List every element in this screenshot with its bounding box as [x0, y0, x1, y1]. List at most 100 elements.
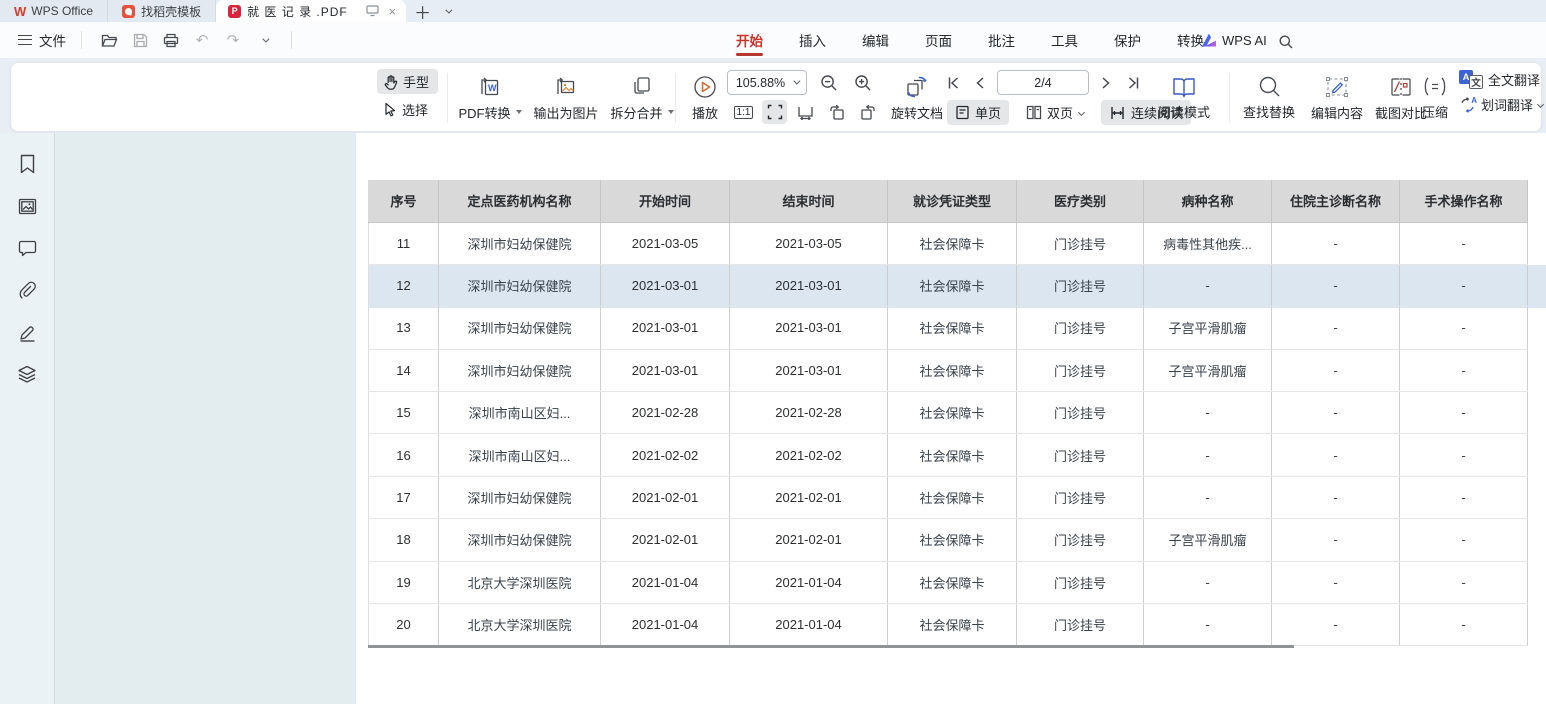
page-indicator-input[interactable]: 2/4	[997, 70, 1089, 95]
screen-cast-icon[interactable]	[365, 3, 381, 19]
hand-tool-button[interactable]: 手型	[377, 69, 438, 94]
quick-access-chevron-icon[interactable]	[252, 28, 276, 52]
ribbon-tab-页面[interactable]: 页面	[925, 22, 952, 58]
divider	[675, 73, 676, 123]
select-tool-button[interactable]: 选择	[377, 97, 438, 122]
table-row[interactable]: 11深圳市妇幼保健院2021-03-052021-03-05社会保障卡门诊挂号病…	[369, 222, 1528, 264]
table-cell: 12	[369, 264, 439, 306]
table-cell: 深圳市妇幼保健院	[439, 264, 601, 306]
table-row[interactable]: 13深圳市妇幼保健院2021-03-012021-03-01社会保障卡门诊挂号子…	[369, 307, 1528, 349]
table-row[interactable]: 16深圳市南山区妇...2021-02-022021-02-02社会保障卡门诊挂…	[369, 434, 1528, 476]
word-translate-button[interactable]: A 划词翻译	[1459, 95, 1543, 114]
full-text-translate-button[interactable]: A 文 全文翻译	[1459, 70, 1543, 89]
cursor-icon	[383, 102, 397, 117]
table-cell: 2021-03-01	[601, 307, 730, 349]
ribbon-tab-批注[interactable]: 批注	[988, 22, 1015, 58]
double-page-button[interactable]: 双页	[1018, 100, 1092, 125]
table-cell: 2021-03-05	[730, 222, 888, 264]
file-menu[interactable]: 文件	[39, 30, 66, 50]
split-merge-button[interactable]: 拆分合并	[603, 71, 681, 125]
open-file-icon[interactable]	[97, 28, 121, 52]
table-row[interactable]: 15深圳市南山区妇...2021-02-282021-02-28社会保障卡门诊挂…	[369, 392, 1528, 434]
fit-width-button[interactable]	[793, 100, 818, 124]
print-icon[interactable]	[159, 28, 183, 52]
actual-size-button[interactable]: 1:1	[731, 100, 756, 124]
chevron-down-icon	[1537, 101, 1544, 108]
divider	[1229, 73, 1230, 123]
table-row[interactable]: 19北京大学深圳医院2021-01-042021-01-04社会保障卡门诊挂号-…	[369, 561, 1528, 603]
column-header: 医疗类别	[1017, 180, 1144, 222]
menu-bar: 文件 ↶ ↷ 开始插入编辑页面批注工具保护转换 WPS AI	[0, 22, 1546, 58]
ribbon-tab-开始[interactable]: 开始	[736, 22, 763, 58]
last-page-icon[interactable]	[1123, 71, 1143, 95]
column-header: 病种名称	[1144, 180, 1272, 222]
ribbon-tab-保护[interactable]: 保护	[1114, 22, 1141, 58]
zoom-level-select[interactable]: 105.88%	[727, 70, 807, 95]
table-cell: 子宫平滑肌瘤	[1144, 349, 1272, 391]
previous-page-icon[interactable]	[970, 71, 990, 95]
redo-icon[interactable]: ↷	[221, 28, 245, 52]
fit-page-icon	[767, 104, 783, 120]
tab-list-chevron-icon[interactable]	[439, 0, 456, 22]
zoom-out-icon[interactable]	[817, 71, 841, 95]
table-cell: -	[1144, 392, 1272, 434]
first-page-icon[interactable]	[943, 71, 963, 95]
play-button[interactable]: 播放	[679, 71, 731, 125]
table-cell: 门诊挂号	[1017, 561, 1144, 603]
document-tab[interactable]: P 就 医 记 录 .PDF ×	[216, 0, 406, 22]
bookmark-icon[interactable]	[16, 153, 38, 175]
edit-content-button[interactable]: 编辑内容	[1307, 71, 1367, 125]
wps-ai-button[interactable]: WPS AI	[1202, 22, 1267, 58]
new-tab-button[interactable]: ＋	[406, 0, 439, 22]
rotate-right-icon[interactable]	[855, 100, 880, 124]
thumbnail-image-icon[interactable]	[16, 195, 38, 217]
ribbon-tab-转换[interactable]: 转换	[1177, 22, 1204, 58]
table-row[interactable]: 20北京大学深圳医院2021-01-042021-01-04社会保障卡门诊挂号-…	[369, 604, 1528, 646]
table-cell: -	[1144, 264, 1272, 306]
table-body: 11深圳市妇幼保健院2021-03-052021-03-05社会保障卡门诊挂号病…	[369, 222, 1528, 646]
table-cell: 2021-03-01	[601, 349, 730, 391]
table-cell: 18	[369, 519, 439, 561]
ribbon-tab-编辑[interactable]: 编辑	[862, 22, 889, 58]
close-tab-icon[interactable]: ×	[389, 4, 397, 19]
table-cell: 2021-03-01	[730, 307, 888, 349]
table-row[interactable]: 18深圳市妇幼保健院2021-02-012021-02-01社会保障卡门诊挂号子…	[369, 519, 1528, 561]
fit-width-icon	[797, 105, 814, 120]
table-cell: 深圳市妇幼保健院	[439, 349, 601, 391]
app-tab-wps-office[interactable]: W WPS Office	[0, 0, 108, 22]
fit-page-button[interactable]	[762, 100, 787, 124]
compress-button[interactable]: 压缩	[1413, 71, 1457, 125]
pdf-convert-button[interactable]: W PDF转换	[449, 71, 531, 125]
save-icon[interactable]	[128, 28, 152, 52]
pdf-page[interactable]: 序号定点医药机构名称开始时间结束时间就诊凭证类型医疗类别病种名称住院主诊断名称手…	[356, 133, 1546, 704]
table-cell: 2021-02-01	[730, 476, 888, 518]
table-cell: 2021-01-04	[601, 561, 730, 603]
find-replace-button[interactable]: 查找替换	[1237, 71, 1301, 125]
menu-search-icon[interactable]	[1274, 30, 1298, 54]
attachment-icon[interactable]	[16, 279, 38, 301]
table-row[interactable]: 17深圳市妇幼保健院2021-02-012021-02-01社会保障卡门诊挂号-…	[369, 476, 1528, 518]
export-image-button[interactable]: 输出为图片	[523, 71, 609, 125]
single-page-button[interactable]: 单页	[947, 100, 1009, 125]
pdf-file-icon: P	[228, 5, 241, 18]
table-cell: 社会保障卡	[888, 222, 1017, 264]
rotate-left-icon[interactable]	[824, 100, 849, 124]
hamburger-icon[interactable]	[18, 35, 32, 45]
table-cell: 北京大学深圳医院	[439, 561, 601, 603]
ribbon-tab-工具[interactable]: 工具	[1051, 22, 1078, 58]
ribbon-tab-插入[interactable]: 插入	[799, 22, 826, 58]
table-cell: 社会保障卡	[888, 264, 1017, 306]
table-cell: -	[1144, 604, 1272, 646]
table-row[interactable]: 14深圳市妇幼保健院2021-03-012021-03-01社会保障卡门诊挂号子…	[369, 349, 1528, 391]
table-row[interactable]: 12深圳市妇幼保健院2021-03-012021-03-01社会保障卡门诊挂号-…	[369, 264, 1528, 306]
signature-pen-icon[interactable]	[16, 321, 38, 343]
svg-text:W: W	[488, 83, 497, 93]
undo-icon[interactable]: ↶	[190, 28, 214, 52]
zoom-in-icon[interactable]	[851, 71, 875, 95]
table-cell: 深圳市妇幼保健院	[439, 519, 601, 561]
layers-icon[interactable]	[16, 363, 38, 385]
app-tab-docer-templates[interactable]: 找稻壳模板	[108, 0, 216, 22]
reading-mode-button[interactable]: 阅读模式	[1153, 71, 1215, 125]
next-page-icon[interactable]	[1096, 71, 1116, 95]
comment-icon[interactable]	[16, 237, 38, 259]
